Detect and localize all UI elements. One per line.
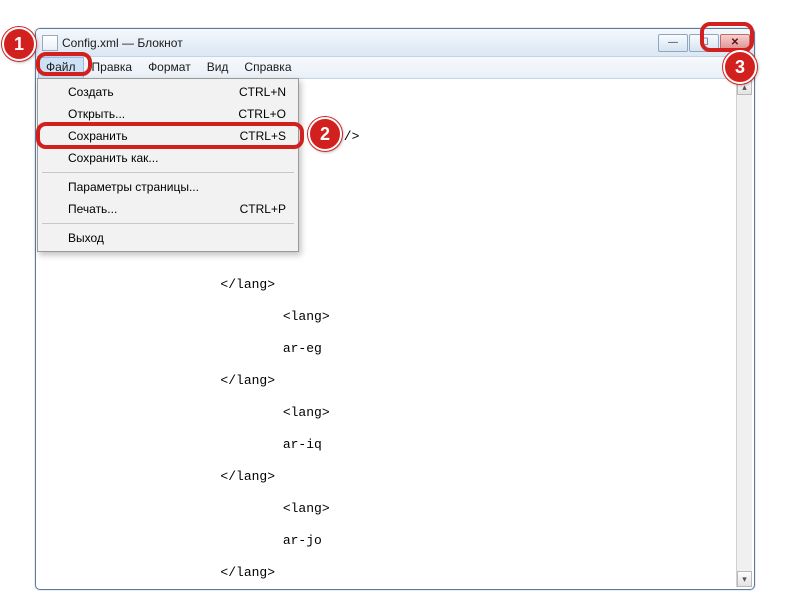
editor-line: ar-eg (158, 341, 330, 357)
editor-line: <lang> (158, 309, 330, 325)
menu-help[interactable]: Справка (236, 57, 299, 78)
menu-view[interactable]: Вид (199, 57, 237, 78)
editor-line: <lang> (158, 405, 330, 421)
editor-line: ar-iq (158, 437, 330, 453)
editor-line: </lang> (158, 277, 330, 293)
text-fragment: "/> (336, 129, 359, 145)
window-buttons: — ☐ ✕ (658, 34, 750, 52)
scroll-down-icon[interactable]: ▾ (737, 571, 752, 587)
menu-item-page-setup[interactable]: Параметры страницы... (40, 176, 296, 198)
menu-item-label: Открыть... (68, 107, 125, 121)
document-icon (42, 35, 58, 51)
menu-item-shortcut: CTRL+N (239, 85, 286, 99)
window-title: Config.xml — Блокнот (62, 36, 658, 50)
titlebar[interactable]: Config.xml — Блокнот — ☐ ✕ (36, 29, 754, 57)
menu-item-shortcut: CTRL+S (240, 129, 286, 143)
menu-item-label: Сохранить (68, 129, 128, 143)
annotation-badge-1: 1 (2, 27, 36, 61)
vertical-scrollbar[interactable]: ▴ ▾ (736, 79, 752, 587)
menu-item-print[interactable]: Печать... CTRL+P (40, 198, 296, 220)
menu-separator (42, 223, 294, 224)
menu-separator (42, 172, 294, 173)
menu-item-label: Создать (68, 85, 114, 99)
menu-item-label: Сохранить как... (68, 151, 158, 165)
minimize-button[interactable]: — (658, 34, 688, 52)
menu-item-open[interactable]: Открыть... CTRL+O (40, 103, 296, 125)
menu-item-save-as[interactable]: Сохранить как... (40, 147, 296, 169)
menu-item-save[interactable]: Сохранить CTRL+S (40, 125, 296, 147)
menu-item-new[interactable]: Создать CTRL+N (40, 81, 296, 103)
menu-item-exit[interactable]: Выход (40, 227, 296, 249)
scroll-up-icon[interactable]: ▴ (737, 79, 752, 95)
maximize-button[interactable]: ☐ (689, 34, 719, 52)
editor-line: </lang> (158, 469, 330, 485)
menu-edit[interactable]: Правка (84, 57, 141, 78)
menu-item-label: Параметры страницы... (68, 180, 199, 194)
editor-line: </lang> (158, 565, 330, 581)
editor-line: <lang> (158, 501, 330, 517)
close-button[interactable]: ✕ (720, 34, 750, 52)
menu-item-label: Выход (68, 231, 104, 245)
menubar: Файл Правка Формат Вид Справка (36, 57, 754, 79)
file-menu-dropdown: Создать CTRL+N Открыть... CTRL+O Сохрани… (37, 78, 299, 252)
menu-item-label: Печать... (68, 202, 117, 216)
editor-line: </lang> (158, 373, 330, 389)
menu-file[interactable]: Файл (38, 57, 84, 78)
menu-item-shortcut: CTRL+O (238, 107, 286, 121)
menu-item-shortcut: CTRL+P (240, 202, 286, 216)
menu-format[interactable]: Формат (140, 57, 199, 78)
editor-line: ar-jo (158, 533, 330, 549)
